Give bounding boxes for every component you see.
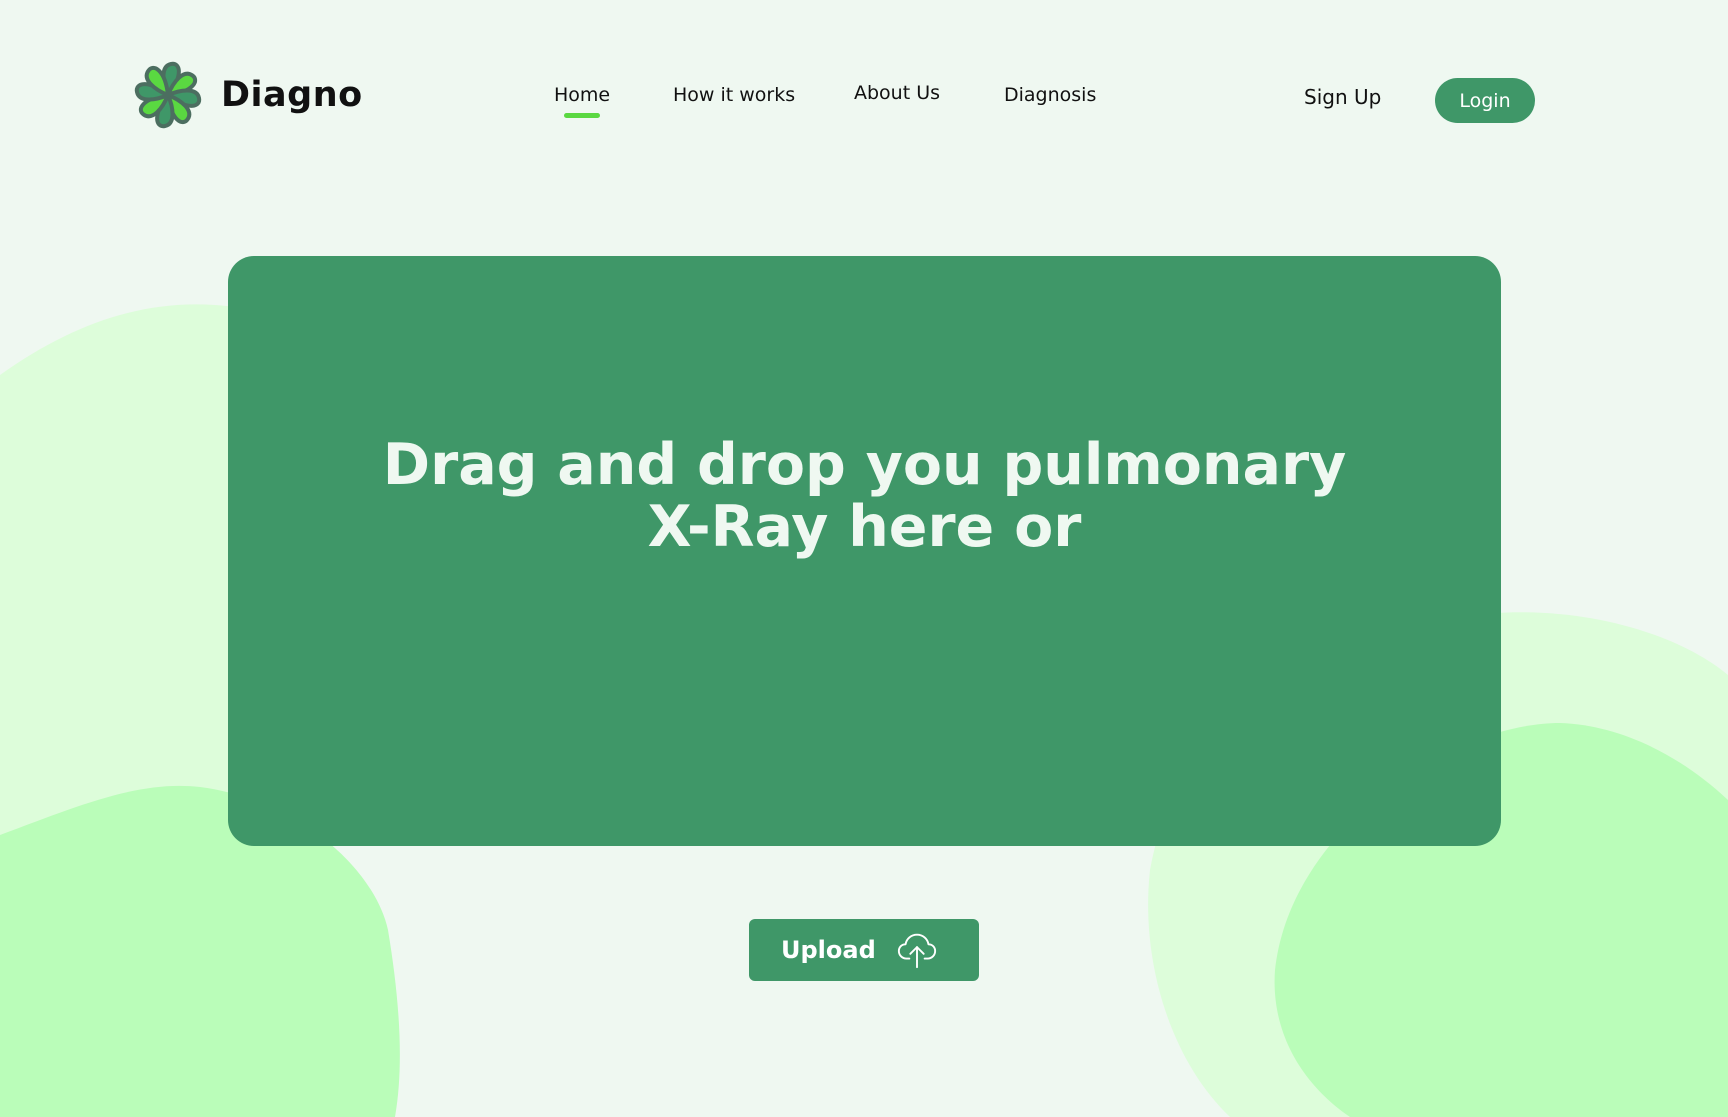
page: Diagno Home How it works About Us Diagno…	[0, 0, 1728, 1117]
cloud-upload-icon	[897, 933, 936, 969]
upload-button[interactable]: Upload	[749, 919, 979, 981]
nav-how-it-works[interactable]: How it works	[673, 84, 795, 106]
login-button[interactable]: Login	[1435, 78, 1535, 123]
dropzone-line-1: Drag and drop you pulmonary	[382, 432, 1347, 498]
sign-up-link[interactable]: Sign Up	[1304, 85, 1381, 109]
dropzone-instructions: Drag and drop you pulmonary X-Ray here o…	[228, 434, 1501, 558]
xray-dropzone[interactable]: Drag and drop you pulmonary X-Ray here o…	[228, 256, 1501, 846]
nav-about-us[interactable]: About Us	[854, 82, 940, 104]
upload-label: Upload	[781, 936, 876, 964]
nav-home[interactable]: Home	[554, 84, 610, 106]
nav-diagnosis[interactable]: Diagnosis	[1004, 84, 1096, 106]
dropzone-line-2: X-Ray here or	[647, 494, 1082, 560]
